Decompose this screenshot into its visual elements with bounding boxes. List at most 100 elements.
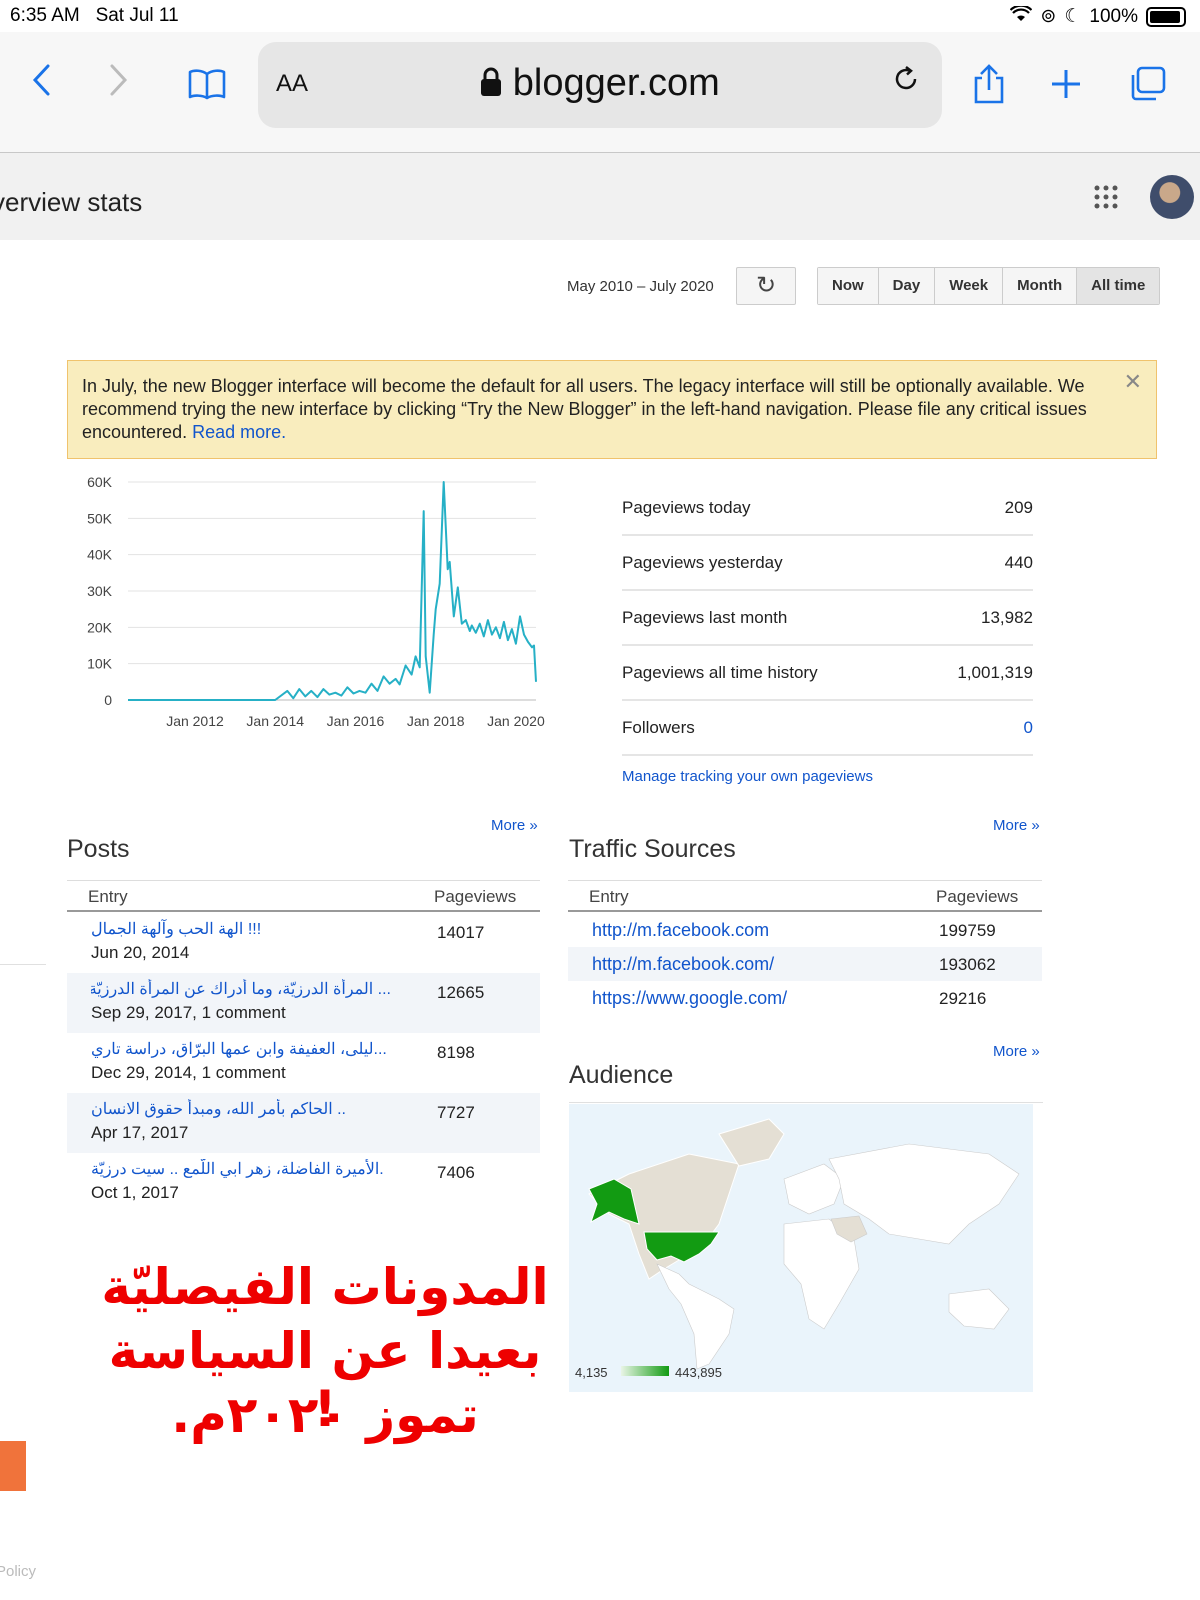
tabs-overview-icon[interactable]: [1128, 66, 1166, 107]
avatar[interactable]: [1150, 175, 1194, 219]
notice-banner: In July, the new Blogger interface will …: [67, 360, 1157, 459]
post-title-link[interactable]: ... المرأة الدرزيّة، وما أدراك عن المرأة…: [91, 979, 391, 999]
notice-text: In July, the new Blogger interface will …: [82, 375, 1092, 444]
post-title-link[interactable]: ...ليلى، العفيفة وابن عمها البرّاق، دراس…: [91, 1039, 391, 1059]
traffic-col-pageviews: Pageviews: [936, 887, 1019, 906]
traffic-pageviews: 29216: [939, 989, 987, 1008]
followers-count-link[interactable]: 0: [1024, 718, 1033, 738]
post-title-link[interactable]: .الأميرة الفاضلة، زهر ابي اللّمع .. سيت …: [91, 1159, 391, 1179]
status-date: Sat Jul 11: [95, 5, 179, 26]
lock-icon: [480, 62, 513, 104]
chart-y-tick-label: 10K: [87, 656, 113, 672]
chart-y-tick-label: 20K: [87, 619, 113, 635]
range-now-button[interactable]: Now: [818, 268, 879, 304]
post-pageviews: 12665: [437, 983, 485, 1002]
refresh-button[interactable]: ↻: [736, 267, 796, 305]
blogger-header: verview stats: [0, 153, 1200, 240]
back-chevron-icon[interactable]: [30, 62, 54, 107]
stat-value: 13,982: [981, 608, 1033, 627]
traffic-title: Traffic Sources: [569, 835, 736, 863]
chart-y-tick-label: 60K: [87, 474, 113, 490]
address-bar[interactable]: AA blogger.com: [258, 42, 942, 128]
traffic-col-entry: Entry: [589, 887, 629, 906]
moon-icon: ☾: [1064, 6, 1082, 27]
url-display[interactable]: blogger.com: [258, 62, 942, 105]
traffic-source-link[interactable]: https://www.google.com/: [592, 988, 787, 1009]
table-row: !!! الهة الحب وآلهة الجمال Jun 20, 2014 …: [67, 913, 540, 973]
overlay-line-1: المدونات الفيصليّة: [101, 1258, 549, 1316]
date-range-label: May 2010 – July 2020: [567, 278, 714, 295]
audience-divider: [569, 1102, 1043, 1103]
manage-tracking-link[interactable]: Manage tracking your own pageviews: [622, 768, 873, 785]
posts-col-entry: Entry: [88, 887, 128, 906]
orientation-lock-icon: ⊚: [1040, 6, 1057, 27]
post-title-link[interactable]: .. الحاكم بأمر الله، ومبدأ حقوق الانسان: [91, 1099, 391, 1119]
sidebar-orange-button[interactable]: [0, 1441, 26, 1491]
range-week-button[interactable]: Week: [935, 268, 1004, 304]
stat-row-yesterday: Pageviews yesterday 440: [622, 537, 1033, 591]
world-map-graphic: [588, 1118, 1020, 1370]
post-meta: Apr 17, 2017: [91, 1123, 189, 1142]
chart-x-tick-label: Jan 2018: [407, 713, 465, 729]
audience-title: Audience: [569, 1061, 674, 1089]
forward-chevron-icon[interactable]: [106, 62, 130, 107]
traffic-table-header: Entry Pageviews: [568, 880, 1042, 912]
bookmarks-book-icon[interactable]: [188, 68, 226, 105]
map-legend-max: 443,895: [675, 1365, 722, 1380]
stat-value: 1,001,319: [957, 663, 1033, 682]
audience-world-map[interactable]: 4,135 443,895: [569, 1104, 1033, 1392]
stat-value: 209: [1004, 498, 1033, 517]
post-pageviews: 7727: [437, 1103, 475, 1122]
post-meta: Dec 29, 2014, 1 comment: [91, 1063, 286, 1082]
post-title-link[interactable]: !!! الهة الحب وآلهة الجمال: [91, 919, 391, 939]
posts-col-pageviews: Pageviews: [434, 887, 517, 906]
chart-x-tick-label: Jan 2016: [327, 713, 385, 729]
refresh-icon: ↻: [755, 272, 777, 299]
table-row: https://www.google.com/ 29216: [568, 981, 1042, 1015]
close-icon[interactable]: ✕: [1124, 369, 1142, 395]
stat-row-all-time: Pageviews all time history 1,001,319: [622, 647, 1033, 701]
posts-table-header: Entry Pageviews: [67, 880, 540, 912]
stat-label: Pageviews today: [622, 498, 751, 517]
new-tab-plus-icon[interactable]: [1050, 68, 1082, 105]
table-row: http://m.facebook.com/ 193062: [568, 947, 1042, 981]
traffic-source-link[interactable]: http://m.facebook.com: [592, 920, 769, 941]
post-meta: Sep 29, 2017, 1 comment: [91, 1003, 286, 1022]
map-legend-gradient: [621, 1366, 669, 1376]
pageviews-chart: 60K 50K 40K 30K 20K 10K 0 Jan 2012 Jan 2014 Jan 2…: [87, 474, 545, 729]
range-day-button[interactable]: Day: [878, 268, 936, 304]
post-meta: Jun 20, 2014: [91, 943, 190, 962]
policy-link[interactable]: Policy: [0, 1563, 36, 1580]
page-title: verview stats: [0, 187, 143, 217]
stat-label: Followers: [622, 718, 695, 737]
stat-row-today: Pageviews today 209: [622, 482, 1033, 536]
posts-more-link[interactable]: More »: [491, 817, 538, 834]
chart-x-tick-label: Jan 2020: [487, 713, 545, 729]
traffic-pageviews: 199759: [939, 921, 996, 940]
status-clock: 6:35 AM: [10, 5, 80, 26]
stat-value: 440: [1004, 553, 1033, 572]
apps-grid-icon[interactable]: [1094, 183, 1118, 217]
reload-icon[interactable]: [892, 64, 920, 101]
stat-row-last-month: Pageviews last month 13,982: [622, 592, 1033, 646]
post-pageviews: 7406: [437, 1163, 475, 1182]
table-row: http://m.facebook.com 199759: [568, 913, 1042, 947]
traffic-more-link[interactable]: More »: [993, 817, 1040, 834]
url-text: blogger.com: [512, 62, 720, 104]
audience-more-link[interactable]: More »: [993, 1043, 1040, 1060]
chart-y-tick-label: 50K: [87, 510, 113, 526]
traffic-pageviews: 193062: [939, 955, 996, 974]
stat-label: Pageviews last month: [622, 608, 788, 627]
share-icon[interactable]: [972, 64, 1006, 109]
notice-read-more-link[interactable]: Read more.: [192, 422, 286, 442]
post-meta: Oct 1, 2017: [91, 1183, 179, 1202]
range-all-time-button[interactable]: All time: [1077, 268, 1160, 304]
posts-title: Posts: [67, 835, 130, 863]
traffic-source-link[interactable]: http://m.facebook.com/: [592, 954, 774, 975]
battery-icon: [1146, 6, 1186, 27]
range-button-group: Now Day Week Month All time: [817, 267, 1161, 305]
range-month-button[interactable]: Month: [1003, 268, 1078, 304]
table-row: .. الحاكم بأمر الله، ومبدأ حقوق الانسان …: [67, 1093, 540, 1153]
wifi-icon: [1010, 4, 1033, 28]
table-row: ... المرأة الدرزيّة، وما أدراك عن المرأة…: [67, 973, 540, 1033]
